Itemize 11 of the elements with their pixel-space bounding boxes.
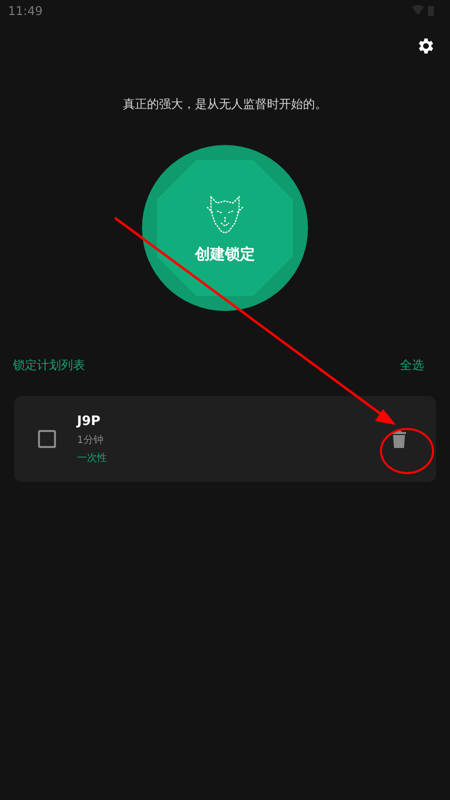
trash-icon[interactable] — [392, 430, 406, 448]
checkbox[interactable] — [38, 430, 56, 448]
plan-type: 一次性 — [77, 452, 108, 464]
motto-text: 真正的强大，是从无人监督时开始的。 — [122, 96, 328, 113]
settings-icon[interactable] — [416, 36, 436, 56]
select-all-link[interactable]: 全选 — [400, 357, 424, 374]
status-time: 11:49 — [8, 4, 43, 18]
annotation-circle — [379, 427, 435, 475]
plan-name: J9P — [77, 414, 102, 428]
list-title: 锁定计划列表 — [13, 357, 85, 374]
plan-duration: 1分钟 — [77, 434, 104, 446]
